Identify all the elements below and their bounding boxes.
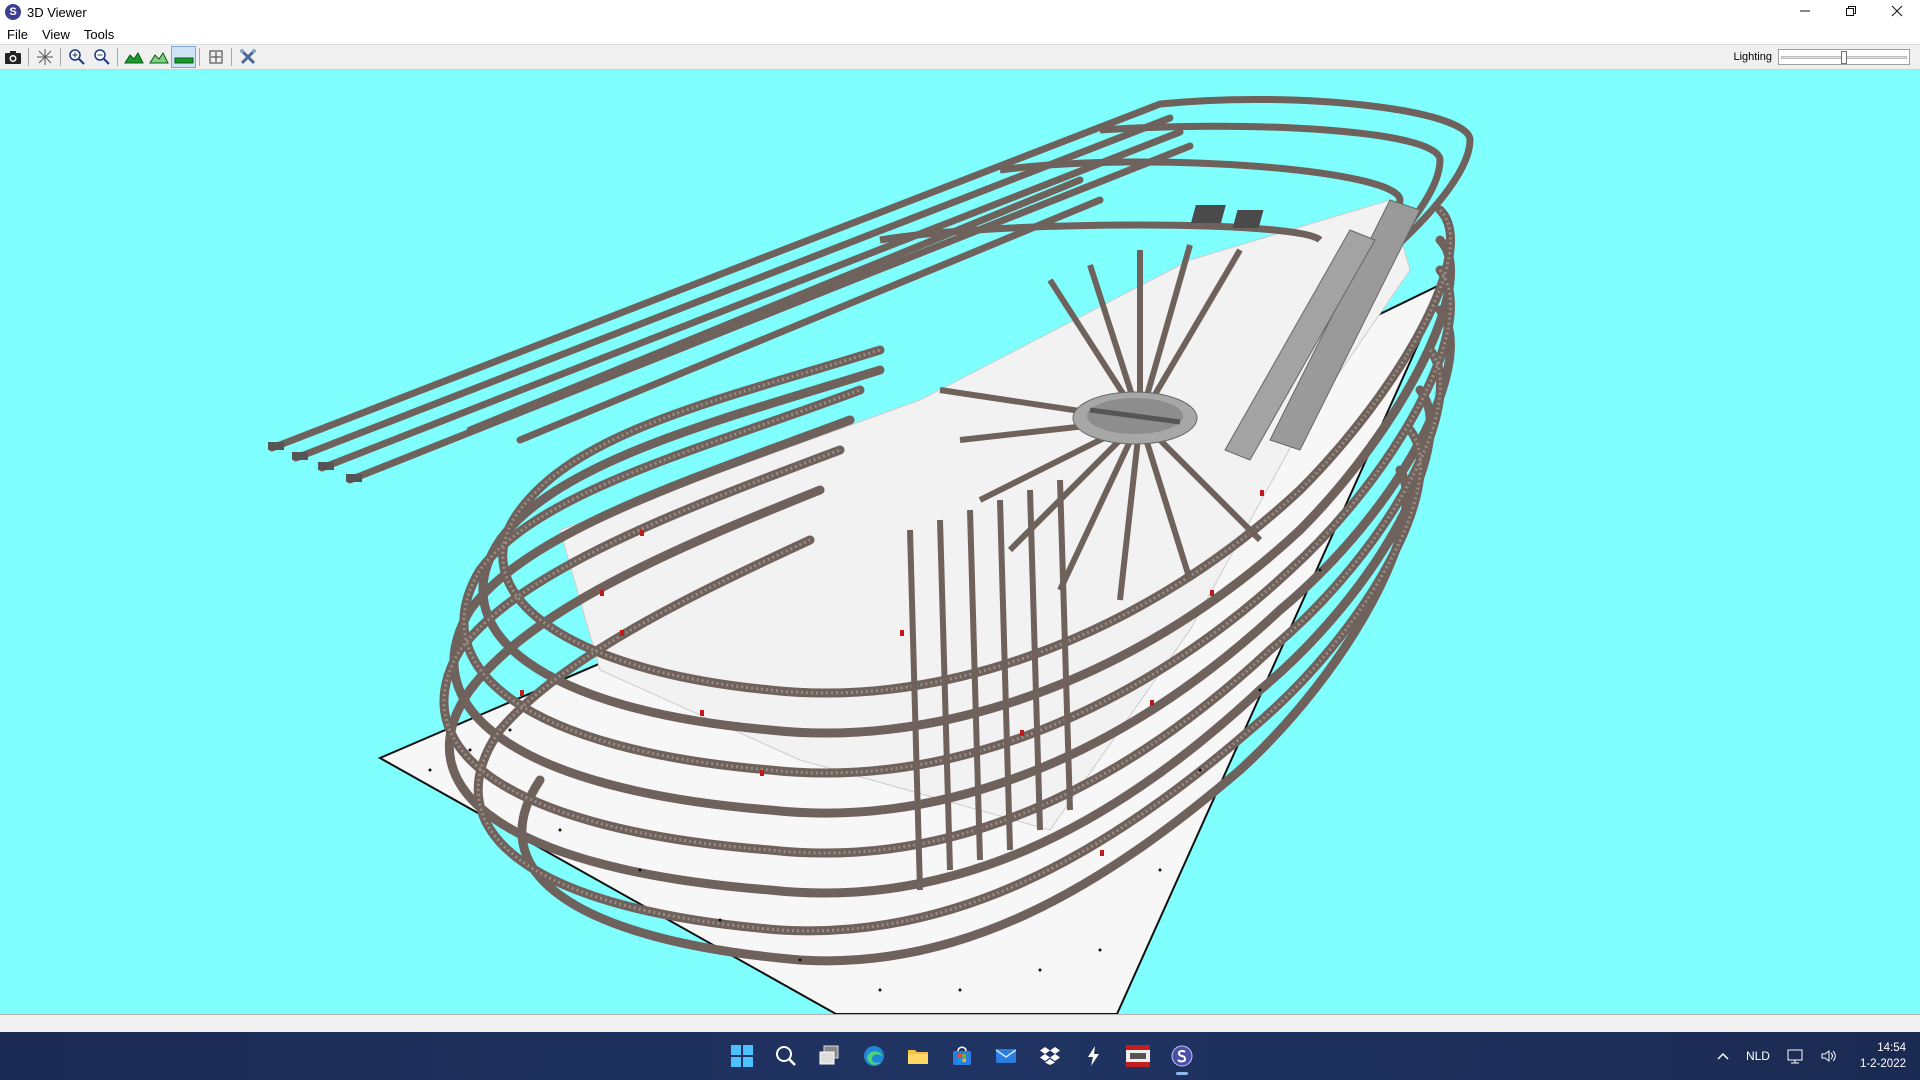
- clock-time: 14:54: [1877, 1042, 1906, 1054]
- search-button[interactable]: [764, 1036, 808, 1076]
- menu-view[interactable]: View: [35, 27, 77, 42]
- axes-icon: [36, 49, 53, 65]
- bolt-app-button[interactable]: [1072, 1036, 1116, 1076]
- lighting-slider-thumb[interactable]: [1841, 51, 1847, 64]
- toolbar-separator: [60, 48, 61, 66]
- track-layout-render: [268, 95, 1474, 1014]
- tools-icon: [239, 49, 256, 65]
- task-view-button[interactable]: [808, 1036, 852, 1076]
- axes-button[interactable]: [32, 46, 57, 68]
- mail-icon: [995, 1049, 1017, 1063]
- toolbar-separator: [28, 48, 29, 66]
- volume-button[interactable]: [1812, 1048, 1846, 1064]
- close-button[interactable]: [1874, 0, 1920, 22]
- tray-overflow-button[interactable]: [1708, 1051, 1738, 1061]
- store-icon: [953, 1046, 971, 1065]
- station-building: [1191, 205, 1226, 223]
- minimize-button[interactable]: [1782, 0, 1828, 22]
- fit-view-button[interactable]: [203, 46, 228, 68]
- task-view-icon: [819, 1045, 839, 1065]
- start-icon: [731, 1045, 753, 1067]
- terrain-icon: [123, 52, 144, 64]
- zoom-out-icon: [93, 49, 110, 65]
- dropbox-icon: [1040, 1047, 1060, 1065]
- menu-tools[interactable]: Tools: [77, 27, 121, 42]
- file-explorer-icon: [908, 1050, 928, 1064]
- lighting-slider[interactable]: [1778, 49, 1910, 65]
- lighting-control: Lighting: [1733, 49, 1910, 65]
- edge-button[interactable]: [852, 1036, 896, 1076]
- minimize-icon: [1800, 10, 1810, 12]
- terrain-outline-button[interactable]: [146, 46, 171, 68]
- start-button[interactable]: [720, 1036, 764, 1076]
- zoom-in-button[interactable]: [64, 46, 89, 68]
- status-bar: [0, 1014, 1920, 1032]
- toolbar-separator: [231, 48, 232, 66]
- fit-view-icon: [209, 50, 222, 64]
- toolbar-separator: [199, 48, 200, 66]
- edge-icon: [864, 1046, 884, 1066]
- lighting-label: Lighting: [1733, 51, 1772, 63]
- wdp-app-icon: [1126, 1045, 1150, 1067]
- flat-ground-button[interactable]: [171, 46, 196, 68]
- search-icon: [776, 1046, 796, 1066]
- file-explorer-button[interactable]: [896, 1036, 940, 1076]
- restore-button[interactable]: [1828, 0, 1874, 22]
- network-button[interactable]: [1778, 1048, 1812, 1064]
- close-icon: [1891, 5, 1903, 17]
- taskbar-apps: [720, 1036, 1204, 1076]
- camera-button[interactable]: [0, 46, 25, 68]
- dropbox-button[interactable]: [1028, 1036, 1072, 1076]
- volume-icon: [1821, 1050, 1836, 1062]
- menu-bar: File View Tools: [0, 24, 1920, 44]
- store-button[interactable]: [940, 1036, 984, 1076]
- toolbar: Lighting: [0, 44, 1920, 70]
- zoom-out-button[interactable]: [89, 46, 114, 68]
- taskbar: NLD 14:54 1-2-2022: [0, 1032, 1920, 1080]
- 3d-viewer-taskbar-button[interactable]: [1160, 1036, 1204, 1076]
- system-tray: NLD 14:54 1-2-2022: [1708, 1032, 1920, 1080]
- window-title: 3D Viewer: [27, 4, 87, 20]
- clock-date: 1-2-2022: [1859, 1058, 1906, 1070]
- title-bar: S 3D Viewer: [0, 0, 1920, 24]
- language-indicator[interactable]: NLD: [1738, 1049, 1778, 1063]
- clock[interactable]: 14:54 1-2-2022: [1846, 1040, 1920, 1072]
- chevron-up-icon: [1717, 1052, 1729, 1060]
- tools-button[interactable]: [235, 46, 260, 68]
- wdp-app-button[interactable]: [1116, 1036, 1160, 1076]
- window-controls: [1782, 0, 1920, 24]
- station-building-2: [1232, 210, 1264, 228]
- terrain-outline-icon: [148, 52, 169, 64]
- menu-file[interactable]: File: [0, 27, 35, 42]
- restore-icon: [1846, 6, 1856, 16]
- camera-icon: [4, 51, 21, 64]
- flat-ground-icon: [174, 57, 193, 64]
- 3d-viewer-app-icon: [1171, 1045, 1193, 1067]
- terrain-button[interactable]: [121, 46, 146, 68]
- bolt-app-icon: [1088, 1046, 1099, 1066]
- 3d-viewport[interactable]: [0, 70, 1920, 1014]
- app-icon: S: [5, 4, 21, 20]
- mail-button[interactable]: [984, 1036, 1028, 1076]
- toolbar-separator: [117, 48, 118, 66]
- network-icon: [1787, 1049, 1803, 1064]
- zoom-in-icon: [68, 49, 85, 65]
